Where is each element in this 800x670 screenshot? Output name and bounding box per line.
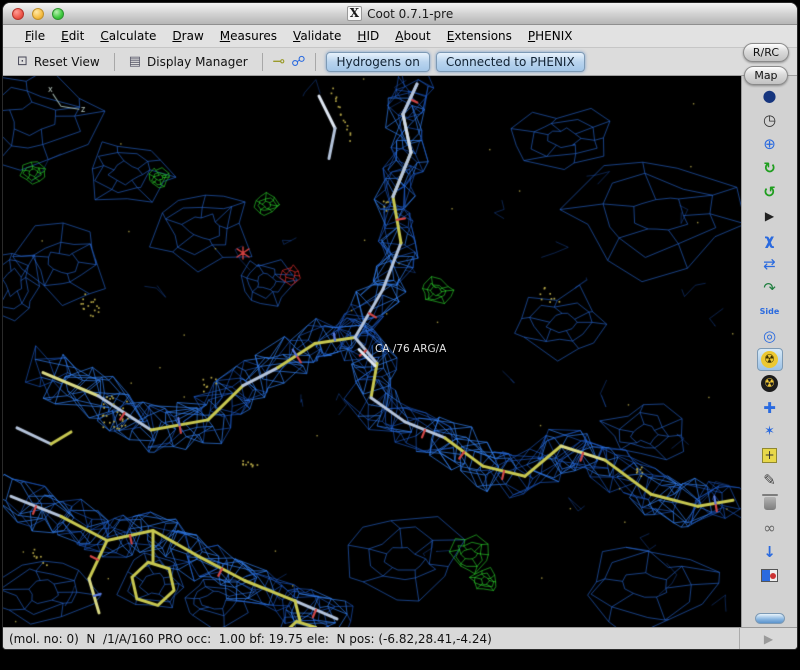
menu-calculate[interactable]: Calculate [92,27,164,45]
play-icon[interactable]: ▶ [757,204,783,227]
expand-triangle-icon[interactable]: ▶ [764,632,773,646]
down-arrow-icon[interactable]: ↓ [757,540,783,563]
map-radiation-icon[interactable]: ☢ [756,348,783,371]
main-content: CA /76 ARG/A ● ◷ ⊕ ↻ ↺ ▶ χ ⇄ ↷ Side ◎ ☢ … [3,76,797,627]
close-button[interactable] [12,7,24,20]
window-title: Coot 0.7.1-pre [367,6,454,21]
menu-draw[interactable]: Draw [164,27,211,45]
menu-about[interactable]: About [387,27,439,45]
molecular-canvas[interactable] [3,76,741,627]
gl-viewport[interactable]: CA /76 ARG/A [3,76,741,627]
menu-measures[interactable]: Measures [212,27,285,45]
toolbar: ⊡ Reset View ▤ Display Manager ⊸ ☍ Hydro… [3,48,797,76]
menu-validate[interactable]: Validate [285,27,349,45]
target-icon[interactable]: ◎ [757,324,783,347]
titlebar[interactable]: X Coot 0.7.1-pre [3,3,797,25]
trash-icon[interactable] [757,492,783,515]
menu-edit[interactable]: Edit [53,27,92,45]
maximize-button[interactable] [52,7,64,20]
x11-icon: X [346,6,363,21]
side-view-icon[interactable]: Side [757,300,783,323]
minimize-button[interactable] [32,7,44,20]
statusbar-corner: ▶ [739,628,797,649]
radiation-dark-glyph: ☢ [761,375,778,392]
refine-cross-icon[interactable]: ✚ [757,396,783,419]
display-manager-button[interactable]: ▤ Display Manager [125,53,252,71]
goto-atom-icon[interactable]: ☍ [291,55,305,69]
torsion-icon[interactable]: ↺ [757,180,783,203]
radiation-glyph: ☢ [761,351,778,368]
rotate-icon[interactable]: ↻ [757,156,783,179]
display-manager-icon: ▤ [128,54,142,69]
menu-file[interactable]: File [17,27,53,45]
menu-phenix[interactable]: PHENIX [520,27,581,45]
translate-view-icon[interactable]: ⊕ [757,132,783,155]
ligand-rings-icon[interactable]: ∞ [757,516,783,539]
window-controls [12,7,64,20]
rrc-button[interactable]: R/RC [742,43,789,62]
add-residue-icon[interactable]: + [757,444,783,467]
pep-flip-icon[interactable]: ↷ [757,276,783,299]
display-manager-label: Display Manager [147,54,248,69]
reset-view-label: Reset View [33,54,100,69]
residue-label: CA /76 ARG/A [374,342,447,355]
reset-view-icon: ⊡ [17,54,28,69]
menu-extensions[interactable]: Extensions [439,27,520,45]
reset-view-button[interactable]: ⊡ Reset View [13,53,104,71]
right-toolbar: ● ◷ ⊕ ↻ ↺ ▶ χ ⇄ ↷ Side ◎ ☢ ☢ ✚ ✶ + ✎ ∞ ↓ [741,76,797,627]
key-icon[interactable]: ⊸ [273,54,286,69]
rotamer-icon[interactable]: χ [757,228,783,251]
hydrogens-toggle-button[interactable]: Hydrogens on [326,51,430,72]
toolbar-separator [113,52,115,71]
coot-window: X Coot 0.7.1-pre File Edit Calculate Dra… [2,2,798,650]
phenix-connection-button[interactable]: Connected to PHENIX [435,51,585,72]
menubar: File Edit Calculate Draw Measures Valida… [3,25,797,48]
difference-map-icon[interactable]: ☢ [757,372,783,395]
map-button[interactable]: Map [744,66,788,85]
window-title-area: X Coot 0.7.1-pre [3,6,797,21]
display-issues-icon[interactable] [757,564,783,587]
flag-glyph [761,569,778,582]
sidebar-scrollbar-thumb[interactable] [754,613,785,624]
menu-hid[interactable]: HID [349,27,387,45]
map-control-buttons: R/RC Map [742,43,789,85]
plus-glyph: + [762,448,777,463]
sphere-view-icon[interactable]: ● [757,84,783,107]
status-text: (mol. no: 0) N /1/A/160 PRO occ: 1.00 bf… [9,631,492,646]
toolbar-separator [315,52,317,71]
clock-view-icon[interactable]: ◷ [757,108,783,131]
statusbar: (mol. no: 0) N /1/A/160 PRO occ: 1.00 bf… [3,627,797,649]
toolbar-separator [261,52,263,71]
trash-glyph [761,494,778,510]
pencil-icon[interactable]: ✎ [757,468,783,491]
swap-conformer-icon[interactable]: ⇄ [757,252,783,275]
bond-tool-icon[interactable]: ✶ [757,420,783,443]
